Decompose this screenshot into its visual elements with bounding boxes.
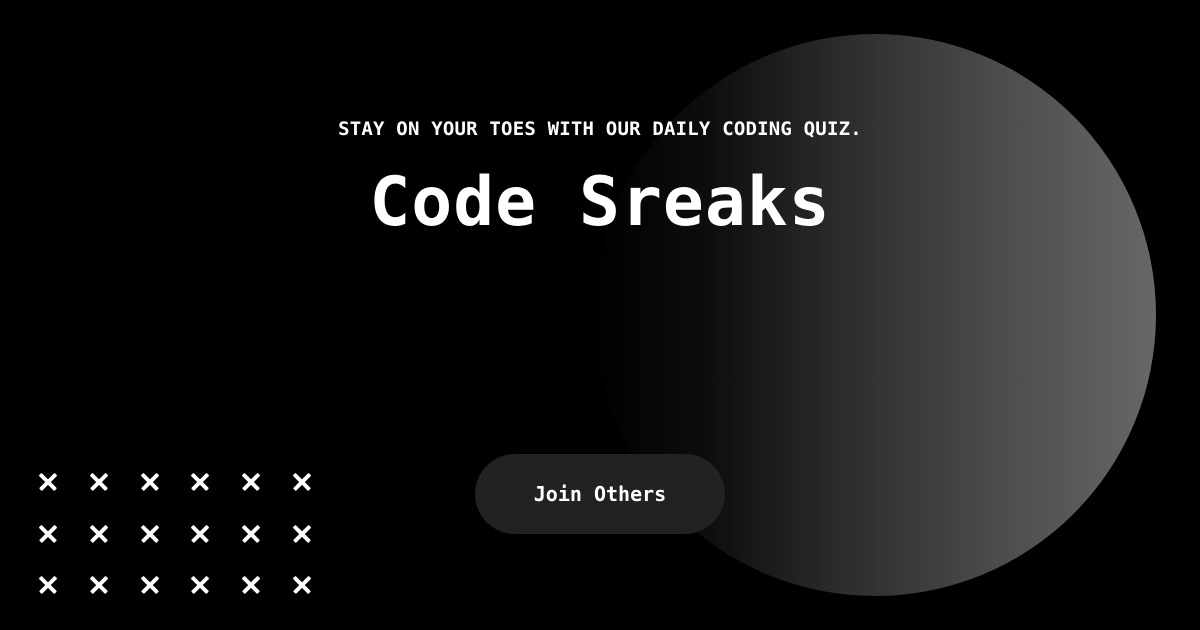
close-icon [290, 470, 314, 494]
tagline: STAY ON YOUR TOES WITH OUR DAILY CODING … [338, 118, 862, 140]
close-icon [36, 573, 60, 597]
close-icon [239, 573, 263, 597]
close-icon [239, 470, 263, 494]
close-icon [138, 573, 162, 597]
close-icon [188, 470, 212, 494]
close-icon [87, 470, 111, 494]
close-icon [290, 573, 314, 597]
close-icon [36, 470, 60, 494]
close-icon [36, 522, 60, 546]
close-icon [138, 522, 162, 546]
close-icon [188, 573, 212, 597]
close-icon [138, 470, 162, 494]
page-title: Code Sreaks [369, 163, 831, 242]
close-icon [188, 522, 212, 546]
close-icon [87, 522, 111, 546]
x-pattern [36, 470, 316, 625]
promo-banner: STAY ON YOUR TOES WITH OUR DAILY CODING … [0, 0, 1200, 630]
join-others-button[interactable]: Join Others [475, 454, 725, 534]
close-icon [290, 522, 314, 546]
close-icon [239, 522, 263, 546]
close-icon [87, 573, 111, 597]
